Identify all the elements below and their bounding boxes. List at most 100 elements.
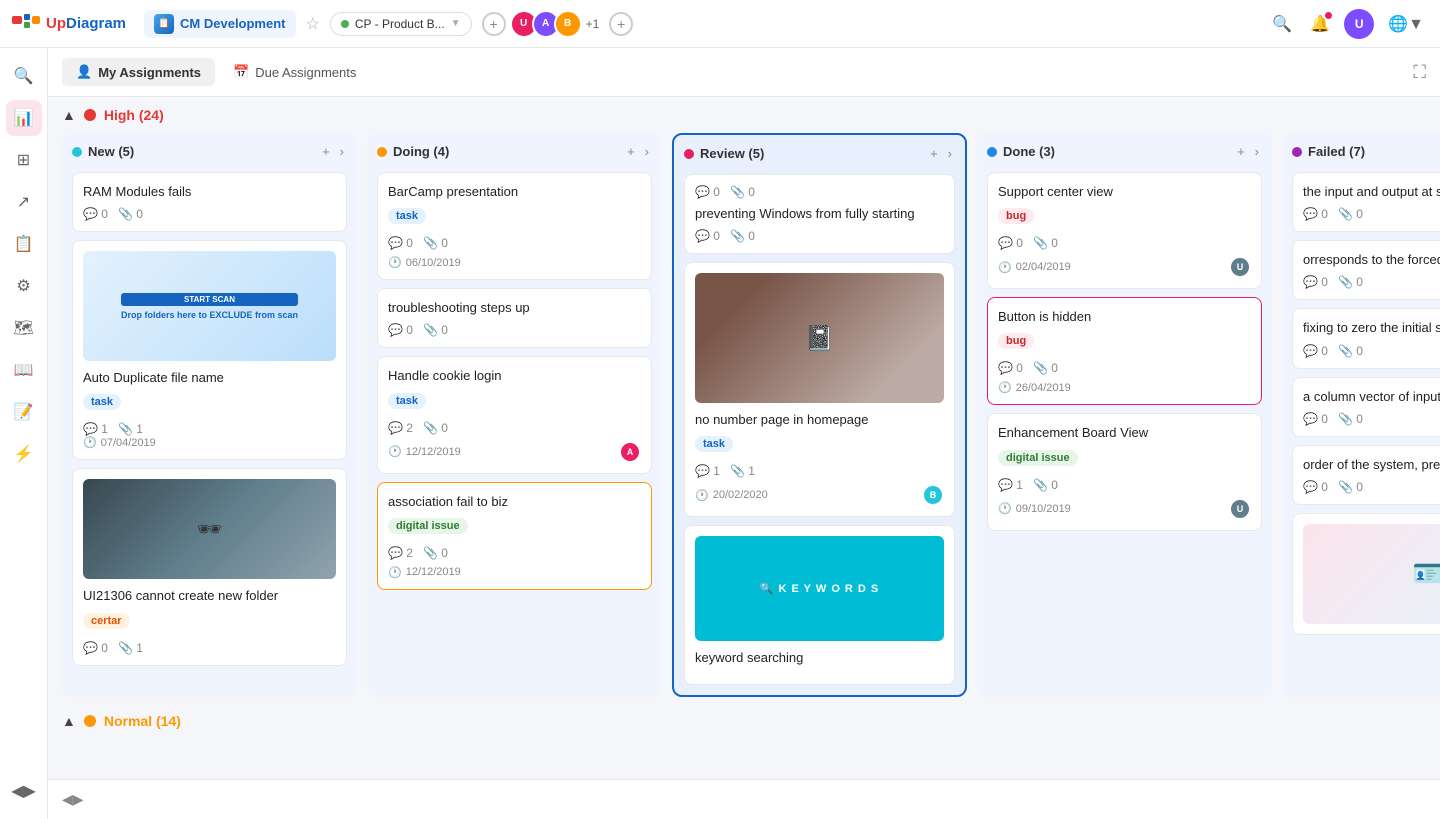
app-logo[interactable]: UpDiagram (12, 14, 126, 34)
column-more-btn-review[interactable]: › (945, 145, 955, 162)
card-order-system[interactable]: order of the system, presence of delay t… (1292, 445, 1440, 505)
card-ram-modules[interactable]: RAM Modules fails 💬 0 📎 0 (72, 172, 347, 232)
column-add-btn-done[interactable]: + (1234, 143, 1248, 160)
card-footer: 🕐 12/12/2019 A (388, 441, 641, 463)
status-dot (341, 20, 349, 28)
tab-my-assignments[interactable]: 👤 My Assignments (62, 58, 215, 86)
sidebar-icon-search[interactable]: 🔍 (6, 58, 42, 94)
column-more-btn-done[interactable]: › (1252, 143, 1262, 160)
card-title: Enhancement Board View (998, 424, 1251, 442)
column-add-btn-new[interactable]: + (319, 143, 333, 160)
due-assignments-label: Due Assignments (255, 65, 356, 80)
sidebar-icon-map[interactable]: 🗺 (6, 310, 42, 346)
card-meta: 💬 0 📎 0 (998, 361, 1251, 375)
card-keyword-searching[interactable]: 🔍 K E Y W O R D S keyword searching (684, 525, 955, 684)
card-meta: 💬 0 📎 0 (998, 236, 1251, 250)
card-meta: 💬 0 📎 0 (1303, 207, 1440, 221)
attachment-count: 📎 0 (423, 236, 448, 250)
add-board-button[interactable]: + (482, 12, 506, 36)
column-header-failed: Failed (7) + › (1292, 143, 1440, 160)
card-no-number-page[interactable]: 📓 no number page in homepage task 💬 1 📎 … (684, 262, 955, 517)
comment-count: 💬 0 (388, 236, 413, 250)
card-auto-duplicate[interactable]: START SCAN Drop folders here to EXCLUDE … (72, 240, 347, 460)
avatar-group: U A B +1 (516, 10, 600, 38)
add-member-button[interactable]: + (609, 12, 633, 36)
sidebar-icon-board[interactable]: 📊 (6, 100, 42, 136)
card-title: order of the system, presence of delay t… (1303, 456, 1440, 474)
card-preventing-windows[interactable]: 💬 0 📎 0 preventing Windows from fully st… (684, 174, 955, 254)
star-button[interactable]: ☆ (306, 14, 320, 34)
product-badge[interactable]: CP - Product B... ▼ (330, 12, 472, 36)
sidebar-collapse-button[interactable]: ◀▶ (62, 791, 84, 808)
attachment-count: 📎 0 (1033, 361, 1058, 375)
search-button[interactable]: 🔍 (1268, 10, 1296, 38)
column-dot-failed (1292, 147, 1302, 157)
card-forced-response[interactable]: orresponds to the forced response 💬 0 📎 … (1292, 240, 1440, 300)
comment-count: 💬 0 (1303, 344, 1328, 358)
card-footer: 🕐 02/04/2019 U (998, 256, 1251, 278)
column-add-btn-doing[interactable]: + (624, 143, 638, 160)
sidebar-icon-share[interactable]: ↗ (6, 184, 42, 220)
card-title: RAM Modules fails (83, 183, 336, 201)
priority-header-normal[interactable]: ▲ Normal (14) (62, 713, 1426, 729)
card-footer: 💬 1 📎 1 (83, 422, 336, 436)
sidebar-icon-chart[interactable]: 📋 (6, 226, 42, 262)
card-fixing-zero[interactable]: fixing to zero the initial state conditi… (1292, 308, 1440, 368)
sidebar-icon-collapse[interactable]: ◀▶ (6, 773, 42, 809)
card-support-center[interactable]: Support center view bug 💬 0 📎 0 🕐 02/04/… (987, 172, 1262, 289)
card-ui21306[interactable]: 🕶 UI21306 cannot create new folder certa… (72, 468, 347, 665)
sidebar-icon-book[interactable]: 📖 (6, 352, 42, 388)
comment-count: 💬 0 (1303, 480, 1328, 494)
card-title: troubleshooting steps up (388, 299, 641, 317)
column-doing: Doing (4) + › BarCamp presentation task … (367, 133, 662, 697)
attachment-count: 📎 0 (423, 421, 448, 435)
card-tag: task (388, 393, 426, 409)
card-barcamp[interactable]: BarCamp presentation task 💬 0 📎 0 🕐 06/1… (377, 172, 652, 280)
card-date: 🕐 12/12/2019 (388, 445, 461, 458)
sidebar-icon-settings[interactable]: ⚙ (6, 268, 42, 304)
column-more-btn-doing[interactable]: › (642, 143, 652, 160)
column-title-new: New (5) (88, 144, 134, 159)
priority-header-high[interactable]: ▲ High (24) (62, 107, 1426, 123)
card-title: a column vector of input and output (1303, 388, 1440, 406)
comment-count: 💬 0 (1303, 412, 1328, 426)
column-header-doing: Doing (4) + › (377, 143, 652, 160)
card-input-output[interactable]: the input and output at sampling instant… (1292, 172, 1440, 232)
notification-button[interactable]: 🔔 (1306, 10, 1334, 38)
card-title: fixing to zero the initial state conditi… (1303, 319, 1440, 337)
card-association[interactable]: association fail to biz digital issue 💬 … (377, 482, 652, 590)
comment-count: 💬 0 (695, 185, 720, 199)
column-header-review: Review (5) + › (684, 145, 955, 162)
card-meta: 💬 0 📎 0 (1303, 344, 1440, 358)
card-enhancement-board[interactable]: Enhancement Board View digital issue 💬 1… (987, 413, 1262, 530)
column-more-btn-new[interactable]: › (337, 143, 347, 160)
expand-button[interactable]: ⛶ (1413, 62, 1426, 83)
card-column-vector[interactable]: a column vector of input and output 💬 0 … (1292, 377, 1440, 437)
tab-due-assignments[interactable]: 📅 Due Assignments (219, 58, 370, 86)
card-handle-cookie[interactable]: Handle cookie login task 💬 2 📎 0 🕐 12/12… (377, 356, 652, 473)
sidebar-icon-lightning[interactable]: ⚡ (6, 436, 42, 472)
card-meta: 💬 0 📎 0 (1303, 275, 1440, 289)
comment-count: 💬 0 (695, 229, 720, 243)
attachment-count: 📎 0 (1033, 236, 1058, 250)
language-button[interactable]: 🌐▼ (1384, 10, 1428, 38)
product-label: CP - Product B... (355, 17, 445, 31)
card-title: preventing Windows from fully starting (695, 205, 944, 223)
card-id-card[interactable]: 🪪 (1292, 513, 1440, 635)
card-date: 🕐 12/12/2019 (388, 566, 641, 579)
assignment-tabs: 👤 My Assignments 📅 Due Assignments ⛶ (48, 48, 1440, 97)
clock-icon: 🕐 (388, 566, 402, 579)
clock-icon: 🕐 (388, 445, 402, 458)
priority-chevron-normal: ▲ (62, 713, 76, 729)
card-button-hidden[interactable]: Button is hidden bug 💬 0 📎 0 🕐 26/04/201… (987, 297, 1262, 405)
sidebar-icon-grid[interactable]: ⊞ (6, 142, 42, 178)
project-tab[interactable]: 📋 CM Development (144, 10, 295, 38)
top-navigation: UpDiagram 📋 CM Development ☆ CP - Produc… (0, 0, 1440, 48)
card-tag: certar (83, 613, 130, 629)
priority-dot-normal (84, 715, 96, 727)
sidebar-icon-note[interactable]: 📝 (6, 394, 42, 430)
user-avatar[interactable]: U (1344, 9, 1374, 39)
column-add-btn-review[interactable]: + (927, 145, 941, 162)
card-troubleshooting[interactable]: troubleshooting steps up 💬 0 📎 0 (377, 288, 652, 348)
column-dot-new (72, 147, 82, 157)
